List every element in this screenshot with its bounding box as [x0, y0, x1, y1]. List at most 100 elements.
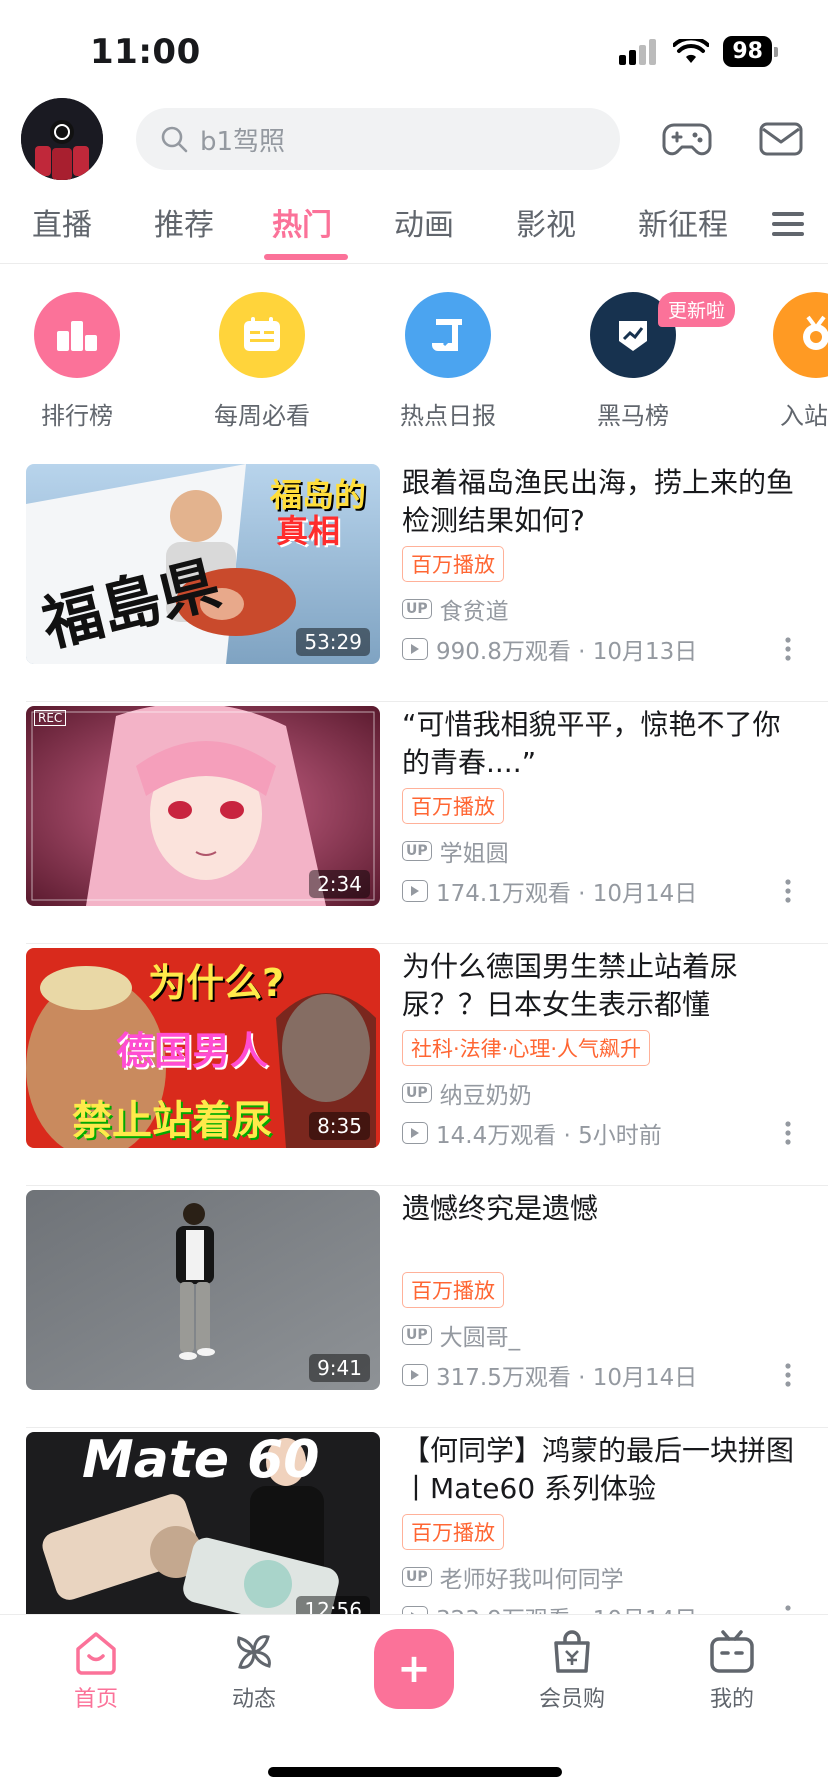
messages-button[interactable] [754, 112, 808, 166]
cellular-signal-icon [619, 38, 657, 65]
video-tag: 百万播放 [402, 1272, 504, 1308]
up-badge-icon: UP [402, 1325, 432, 1345]
view-stats: 990.8万观看 · 10月13日 [436, 639, 698, 665]
entry-label: 黑马榜 [597, 402, 669, 430]
thumbnail-caption: 为什么? [148, 961, 285, 1005]
video-card[interactable]: 9:41 遗憾终究是遗憾 百万播放 UP 大圆哥_ 317.5万观看 · 10月… [0, 1186, 828, 1428]
header: b1驾照 [0, 98, 828, 186]
view-stats: 317.5万观看 · 10月14日 [436, 1365, 698, 1391]
search-icon [161, 126, 188, 153]
video-duration: 53:29 [296, 628, 370, 656]
thumbnail-caption: 真相 [275, 512, 340, 550]
video-card[interactable]: 为什么? 德国男人 禁止站着尿 8:35 为什么德国男生禁止站着尿尿？？日本女生… [0, 944, 828, 1186]
video-title[interactable]: “可惜我相貌平平，惊艳不了你的青春....” [402, 706, 802, 782]
video-thumbnail[interactable]: 为什么? 德国男人 禁止站着尿 8:35 [26, 948, 380, 1148]
nav-label: 首页 [73, 1687, 118, 1712]
nav-vip-shop[interactable]: 会员购 [512, 1629, 632, 1713]
nav-mine[interactable]: 我的 [672, 1629, 792, 1713]
avatar[interactable] [21, 98, 103, 180]
tab-anime[interactable]: 动画 [394, 200, 454, 244]
uploader-line[interactable]: UP 纳豆奶奶 [402, 1076, 532, 1110]
active-tab-indicator [264, 254, 348, 260]
entry-daily-hot-circle [405, 292, 491, 378]
medal-icon [803, 315, 828, 350]
nav-label: 我的 [709, 1687, 754, 1712]
video-title[interactable]: 为什么德国男生禁止站着尿尿？？日本女生表示都懂 [402, 948, 802, 1024]
video-duration: 8:35 [309, 1112, 370, 1140]
search-input[interactable]: b1驾照 [136, 108, 620, 170]
gamepad-icon [662, 123, 712, 156]
up-badge-icon: UP [402, 599, 432, 619]
ranking-icon [57, 321, 97, 351]
video-title[interactable]: 跟着福岛渔民出海，捞上来的鱼检测结果如何? [402, 464, 802, 540]
tab-film-tv[interactable]: 影视 [516, 200, 576, 244]
entry-label: 入站必 [780, 402, 828, 430]
nav-label: 动态 [231, 1687, 276, 1712]
mail-icon [759, 122, 803, 156]
more-options-icon[interactable] [784, 878, 792, 904]
video-card[interactable]: REC 2:34 “可惜我相貌平平，惊艳不了你的青春....” 百万播放 UP … [0, 702, 828, 944]
up-badge-icon: UP [402, 841, 432, 861]
uploader-line[interactable]: UP 老师好我叫何同学 [402, 1560, 624, 1594]
video-tag: 百万播放 [402, 788, 504, 824]
play-count-icon [402, 638, 428, 660]
shopping-bag-icon [554, 1630, 590, 1673]
video-tag: 百万播放 [402, 1514, 504, 1550]
more-options-icon[interactable] [784, 636, 792, 662]
entry-ranking-circle [34, 292, 120, 378]
view-stats: 14.4万观看 · 5小时前 [436, 1123, 662, 1149]
quick-entries: 排行榜 每周必看 热点日报 黑马榜 更新啦 入站 [0, 270, 828, 440]
entry-must-see-circle [773, 292, 828, 378]
video-thumbnail[interactable]: 福島県 福岛的 真相 53:29 [26, 464, 380, 664]
home-indicator[interactable] [268, 1767, 562, 1777]
nav-dynamic[interactable]: 动态 [194, 1629, 314, 1713]
uploader-line[interactable]: UP 学姐圆 [402, 834, 509, 868]
uploader-line[interactable]: UP 大圆哥_ [402, 1318, 520, 1352]
uploader-line[interactable]: UP 食贫道 [402, 592, 509, 626]
thumbnail-caption: 禁止站着尿 [72, 1098, 272, 1144]
uploader-name: 老师好我叫何同学 [439, 1567, 624, 1593]
view-stats: 174.1万观看 · 10月14日 [436, 881, 698, 907]
pinwheel-icon [237, 1635, 271, 1669]
status-time: 11:00 [90, 32, 201, 72]
video-card[interactable]: 福島県 福岛的 真相 53:29 跟着福岛渔民出海，捞上来的鱼检测结果如何? 百… [0, 460, 828, 702]
stats-line: 174.1万观看 · 10月14日 [402, 874, 697, 908]
play-count-icon [402, 1364, 428, 1386]
menu-icon[interactable] [770, 206, 806, 242]
bottom-nav: 首页 动态 + 会员购 我的 [0, 1614, 828, 1792]
category-tabs: 直播 推荐 热门 动画 影视 新征程 [0, 192, 828, 264]
calendar-icon [244, 317, 280, 351]
game-center-button[interactable] [660, 112, 714, 166]
video-title[interactable]: 【何同学】鸿蒙的最后一块拼图丨Mate60 系列体验 [402, 1432, 802, 1508]
uploader-name: 学姐圆 [439, 841, 509, 867]
tab-live[interactable]: 直播 [32, 200, 92, 244]
entry-dark-horse[interactable]: 黑马榜 更新啦 [558, 292, 736, 431]
entry-daily-hot[interactable]: 热点日报 [373, 292, 523, 431]
video-thumbnail[interactable]: Mate 60 12:56 [26, 1432, 380, 1632]
uploader-name: 食贫道 [439, 599, 509, 625]
tv-icon [710, 1630, 754, 1673]
entry-label: 排行榜 [41, 402, 113, 430]
entry-weekly-circle [219, 292, 305, 378]
video-title[interactable]: 遗憾终究是遗憾 [402, 1190, 802, 1228]
entry-weekly[interactable]: 每周必看 [187, 292, 337, 431]
nav-home[interactable]: 首页 [36, 1629, 156, 1713]
post-button[interactable]: + [374, 1629, 454, 1709]
up-badge-icon: UP [402, 1567, 432, 1587]
video-thumbnail[interactable]: 9:41 [26, 1190, 380, 1390]
play-count-icon [402, 1122, 428, 1144]
status-bar: 11:00 98 [0, 0, 828, 100]
tab-new-journey[interactable]: 新征程 [638, 200, 728, 244]
entry-must-see[interactable]: 入站必 [741, 292, 828, 431]
video-thumbnail[interactable]: REC 2:34 [26, 706, 380, 906]
status-indicators: 98 [619, 36, 778, 67]
uploader-name: 纳豆奶奶 [439, 1083, 532, 1109]
stats-line: 990.8万观看 · 10月13日 [402, 632, 697, 666]
tab-recommend[interactable]: 推荐 [154, 200, 214, 244]
more-options-icon[interactable] [784, 1362, 792, 1388]
nav-label: 会员购 [538, 1687, 605, 1712]
entry-ranking[interactable]: 排行榜 [2, 292, 152, 431]
tab-hot[interactable]: 热门 [272, 200, 332, 244]
more-options-icon[interactable] [784, 1120, 792, 1146]
video-tag: 社科·法律·心理·人气飙升 [402, 1030, 651, 1066]
